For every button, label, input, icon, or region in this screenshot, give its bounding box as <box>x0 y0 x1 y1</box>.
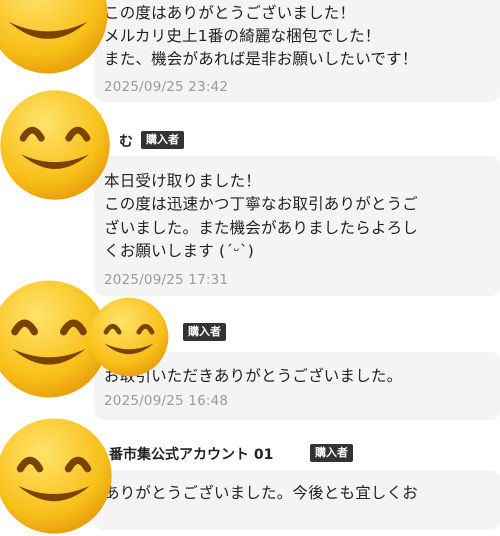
review-text-line: 本日受け取りました！ <box>104 172 262 190</box>
review-timestamp: 2025/09/25 23:42 <box>104 79 229 95</box>
reviewer-name[interactable]: む <box>119 131 133 151</box>
buyer-badge: 購入者 <box>310 444 353 462</box>
review-text-line: この度は迅速かつ丁寧なお取引ありがとうご <box>104 195 419 213</box>
smiling-face-emoji-icon <box>0 88 112 202</box>
review-text-line: ざいました。また機会がありましたらよろし <box>104 219 419 237</box>
review-timestamp: 2025/09/25 17:31 <box>104 272 229 288</box>
buyer-badge: 購入者 <box>183 323 226 341</box>
reviewer-name[interactable]: 番市集公式アカウント 01 <box>109 444 273 464</box>
review-text-line: くお願いします (ˊᵕˋ) <box>104 242 255 260</box>
smiling-face-emoji-icon <box>88 296 170 378</box>
buyer-badge: 購入者 <box>141 131 184 149</box>
smiling-face-emoji-icon <box>0 416 114 536</box>
smiling-face-emoji-icon <box>0 0 110 76</box>
review-text-line: ありがとうございました。今後とも宜しくお <box>104 484 419 502</box>
review-text-line: また、機会があれば是非お願いしたいです！ <box>104 50 418 68</box>
review-text-line: メルカリ史上1番の綺麗な梱包でした！ <box>104 27 381 45</box>
review-timestamp: 2025/09/25 16:48 <box>104 393 229 409</box>
review-text-line: この度はありがとうございました！ <box>104 4 356 22</box>
